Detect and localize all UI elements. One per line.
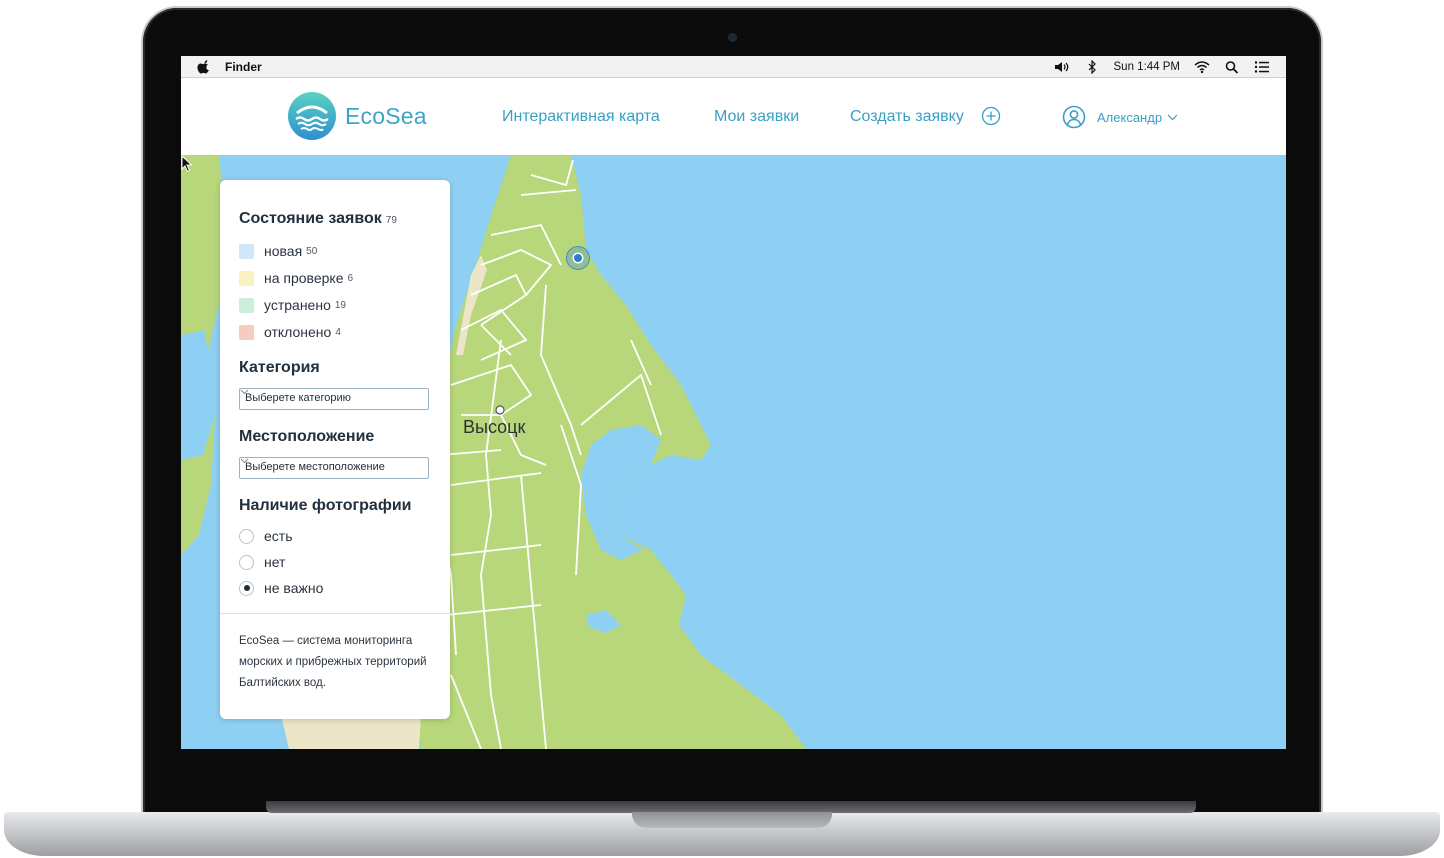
user-menu-name[interactable]: Александр [1097, 110, 1162, 125]
radio-button[interactable] [239, 554, 254, 570]
swatch-rejected [239, 324, 254, 340]
interactive-map[interactable]: Высоцк Состояние заявок 79 новая 50 на про… [181, 155, 1286, 749]
camera-icon [729, 34, 736, 41]
location-pin[interactable] [566, 246, 590, 270]
nav-link-my-requests[interactable]: Мои заявки [714, 108, 799, 126]
status-total-count: 79 [385, 215, 397, 226]
category-select-value: Выберете категорию [245, 392, 351, 404]
legend-label: на проверке [264, 270, 344, 286]
chevron-down-icon[interactable] [1167, 112, 1178, 122]
photo-filter-title: Наличие фотографии [239, 497, 412, 514]
beach-south [281, 715, 421, 749]
photo-option-yes[interactable]: есть [239, 528, 293, 544]
location-select-value: Выберете местоположение [245, 461, 385, 473]
menubar: Finder Sun 1:44 PM [181, 56, 1286, 78]
menubar-clock[interactable]: Sun 1:44 PM [1114, 61, 1180, 73]
legend-count: 19 [334, 299, 346, 311]
chevron-down-icon [240, 458, 249, 464]
apple-icon[interactable] [197, 59, 211, 74]
legend-label: устранено [264, 297, 331, 313]
panel-divider [220, 613, 450, 614]
plus-circle-icon[interactable] [981, 106, 1001, 126]
wifi-icon[interactable] [1194, 60, 1210, 74]
status-legend-item-review[interactable]: на проверке 6 [239, 270, 353, 286]
nav-link-create-request[interactable]: Создать заявку [850, 108, 964, 126]
photo-option-no[interactable]: нет [239, 554, 285, 570]
status-filter-title-text: Состояние заявок [239, 210, 382, 227]
status-legend-item-fixed[interactable]: устранено 19 [239, 297, 346, 313]
notification-center-icon[interactable] [1254, 60, 1270, 74]
bluetooth-icon[interactable] [1084, 59, 1100, 74]
location-select[interactable]: Выберете местоположение [239, 457, 429, 479]
city-label: Высоцк [463, 417, 526, 437]
category-filter-title: Категория [239, 359, 320, 376]
spotlight-search-icon[interactable] [1224, 60, 1240, 74]
category-select[interactable]: Выберете категорию [239, 388, 429, 410]
menubar-status-area: Sun 1:44 PM [1054, 59, 1270, 74]
legend-count: 50 [306, 245, 318, 257]
laptop-notch [632, 812, 832, 828]
screen: Finder Sun 1:44 PM EcoSea Интерактивная … [181, 56, 1286, 749]
nav-link-interactive-map[interactable]: Интерактивная карта [502, 108, 660, 126]
photo-option-any[interactable]: не важно [239, 580, 323, 596]
radio-label: не важно [264, 580, 324, 596]
brand-name[interactable]: EcoSea [345, 103, 427, 130]
city-marker[interactable] [495, 405, 505, 415]
swatch-new [239, 243, 254, 259]
ecosea-logo-icon[interactable] [287, 91, 337, 141]
status-filter-title: Состояние заявок 79 [239, 210, 397, 228]
radio-button[interactable] [239, 528, 254, 544]
legend-count: 6 [347, 272, 354, 284]
status-legend-item-new[interactable]: новая 50 [239, 243, 317, 259]
location-filter-title: Местоположение [239, 428, 375, 445]
user-avatar-icon[interactable] [1062, 105, 1086, 129]
filter-panel: Состояние заявок 79 новая 50 на проверке 6 … [220, 180, 450, 719]
chevron-down-icon [240, 389, 249, 395]
radio-label: есть [264, 528, 293, 544]
app-menu-finder[interactable]: Finder [225, 60, 262, 74]
mouse-cursor-icon [181, 155, 193, 173]
status-legend-item-rejected[interactable]: отклонено 4 [239, 324, 341, 340]
swatch-fixed [239, 297, 254, 313]
volume-icon[interactable] [1054, 60, 1070, 74]
app-header: EcoSea Интерактивная карта Мои заявки Со… [181, 78, 1286, 156]
legend-label: новая [264, 243, 303, 259]
legend-label: отклонено [264, 324, 332, 340]
legend-count: 4 [335, 326, 341, 338]
radio-label: нет [264, 554, 286, 570]
panel-description: EcoSea — система мониторинга морских и п… [239, 635, 427, 689]
radio-button-selected[interactable] [239, 580, 254, 596]
swatch-review [239, 270, 254, 286]
